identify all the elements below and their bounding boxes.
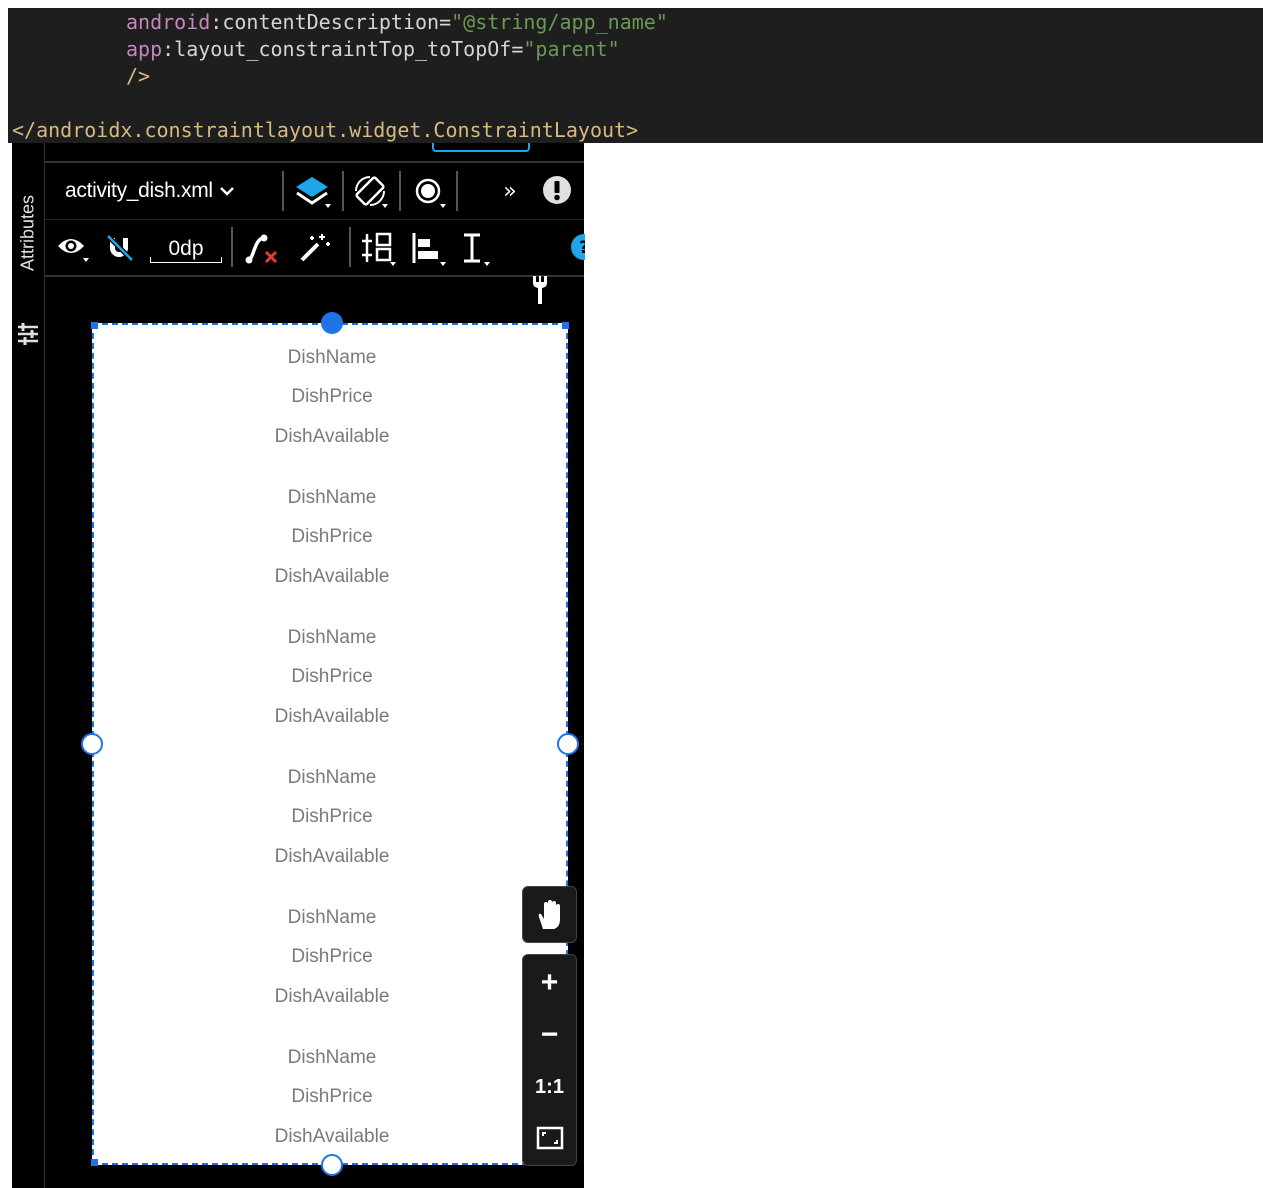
dish-available-text[interactable]: DishAvailable	[94, 986, 570, 1008]
view-options-button[interactable]	[55, 231, 91, 265]
zoom-actual-size-button[interactable]: 1:1	[523, 1062, 576, 1112]
toolbar-divider	[399, 171, 401, 211]
design-surface-button[interactable]	[293, 173, 333, 211]
margin-bracket	[150, 257, 222, 263]
code-line: />	[126, 64, 151, 88]
align-button[interactable]	[409, 231, 449, 267]
warnings-button[interactable]	[541, 174, 573, 206]
orientation-button[interactable]	[350, 173, 390, 211]
constraint-anchor-right[interactable]	[557, 733, 579, 755]
dish-price-text[interactable]: DishPrice	[94, 526, 570, 548]
fit-screen-icon	[536, 1126, 563, 1150]
toolbar-divider	[349, 227, 351, 267]
dish-name-text[interactable]: DishName	[94, 627, 570, 649]
attributes-tab[interactable]: Attributes	[14, 173, 42, 345]
night-mode-button[interactable]	[410, 173, 450, 211]
guidelines-button[interactable]	[457, 231, 497, 267]
eye-icon	[58, 239, 89, 262]
dish-name-text[interactable]: DishName	[94, 1047, 570, 1069]
theme-icon	[415, 178, 446, 208]
pack-button[interactable]	[359, 231, 399, 267]
sliders-icon	[18, 323, 38, 345]
dish-name-text[interactable]: DishName	[94, 767, 570, 789]
overflow-button[interactable]: »	[497, 175, 523, 207]
attr-value: "@string/app_name"	[451, 10, 668, 34]
resize-handle-bottom-left[interactable]	[91, 1159, 98, 1166]
code-line: app:layout_constraintTop_toTopOf="parent…	[126, 37, 620, 61]
default-margins-selector[interactable]: 0dp	[150, 231, 222, 267]
dish-name-text[interactable]: DishName	[94, 487, 570, 509]
magic-wand-icon	[300, 234, 330, 262]
constraint-anchor-top[interactable]	[321, 312, 343, 334]
dish-available-text[interactable]: DishAvailable	[94, 706, 570, 728]
layers-icon	[296, 177, 331, 208]
code-editor[interactable]: android:contentDescription="@string/app_…	[8, 8, 1263, 143]
magnet-off-icon	[106, 234, 134, 262]
chevron-down-icon	[219, 187, 234, 196]
clear-constraints-button[interactable]	[243, 231, 283, 267]
attr-name: :contentDescription	[210, 10, 440, 34]
dish-available-text[interactable]: DishAvailable	[94, 846, 570, 868]
toolbar-divider	[231, 227, 233, 267]
dish-name-text[interactable]: DishName	[94, 347, 570, 369]
code-line: </androidx.constraintlayout.widget.Const…	[12, 118, 639, 142]
dish-available-text[interactable]: DishAvailable	[94, 1126, 570, 1148]
file-selector[interactable]: activity_dish.xml	[65, 175, 235, 207]
dish-price-text[interactable]: DishPrice	[94, 946, 570, 968]
wrench-icon[interactable]	[530, 275, 550, 305]
file-name-label: activity_dish.xml	[65, 179, 213, 202]
zoom-to-fit-button[interactable]	[523, 1113, 576, 1163]
hidden-toolbar-button[interactable]	[432, 143, 530, 152]
dish-available-text[interactable]: DishAvailable	[94, 566, 570, 588]
infer-constraints-button[interactable]	[297, 231, 333, 265]
dish-price-text[interactable]: DishPrice	[94, 1086, 570, 1108]
zoom-out-button[interactable]: −	[523, 1010, 576, 1060]
attr-value: "parent"	[523, 37, 620, 61]
pack-icon	[362, 232, 396, 266]
zoom-in-button[interactable]: +	[523, 958, 576, 1008]
layout-preview-canvas[interactable]: DishName DishPrice DishAvailable DishNam…	[81, 312, 579, 1176]
dish-price-text[interactable]: DishPrice	[94, 386, 570, 408]
autoconnect-button[interactable]	[103, 231, 137, 265]
side-tool-strip: Attributes	[12, 143, 45, 1188]
toolbar-row-1: activity_dish.xml »	[45, 161, 584, 220]
dish-name-text[interactable]: DishName	[94, 907, 570, 929]
clear-constraints-icon	[245, 234, 278, 264]
hand-icon	[538, 900, 560, 929]
toolbar-divider	[456, 171, 458, 211]
dish-price-text[interactable]: DishPrice	[94, 666, 570, 688]
rotate-device-icon	[355, 176, 388, 208]
pan-tool-button[interactable]	[522, 886, 577, 943]
toolbar-divider	[282, 171, 284, 211]
resize-handle-top-right[interactable]	[562, 322, 569, 329]
warning-icon	[543, 176, 571, 204]
attr-namespace: android	[126, 10, 211, 34]
attr-namespace: app	[126, 37, 163, 61]
constraint-anchor-left[interactable]	[81, 733, 103, 755]
guideline-icon	[464, 233, 490, 266]
help-button[interactable]: ?	[565, 229, 585, 265]
attr-equals: =	[439, 10, 452, 34]
attr-name: :layout_constraintTop_toTopOf	[162, 37, 512, 61]
help-icon: ?	[571, 234, 585, 260]
layout-editor-panel: Attributes activity_dish.xml » 0dp ? Dis…	[12, 143, 585, 1188]
attributes-tab-label: Attributes	[17, 194, 38, 272]
align-left-icon	[412, 233, 446, 266]
resize-handle-top-left[interactable]	[91, 322, 98, 329]
attr-equals: =	[511, 37, 524, 61]
toolbar-divider	[342, 171, 344, 211]
svg-text:?: ?	[579, 238, 585, 258]
toolbar-row-2: 0dp ?	[45, 219, 585, 277]
dish-price-text[interactable]: DishPrice	[94, 806, 570, 828]
code-line: android:contentDescription="@string/app_…	[126, 10, 668, 34]
zoom-controls: + − 1:1	[522, 954, 577, 1166]
dish-available-text[interactable]: DishAvailable	[94, 426, 570, 448]
constraint-anchor-bottom[interactable]	[321, 1154, 343, 1176]
